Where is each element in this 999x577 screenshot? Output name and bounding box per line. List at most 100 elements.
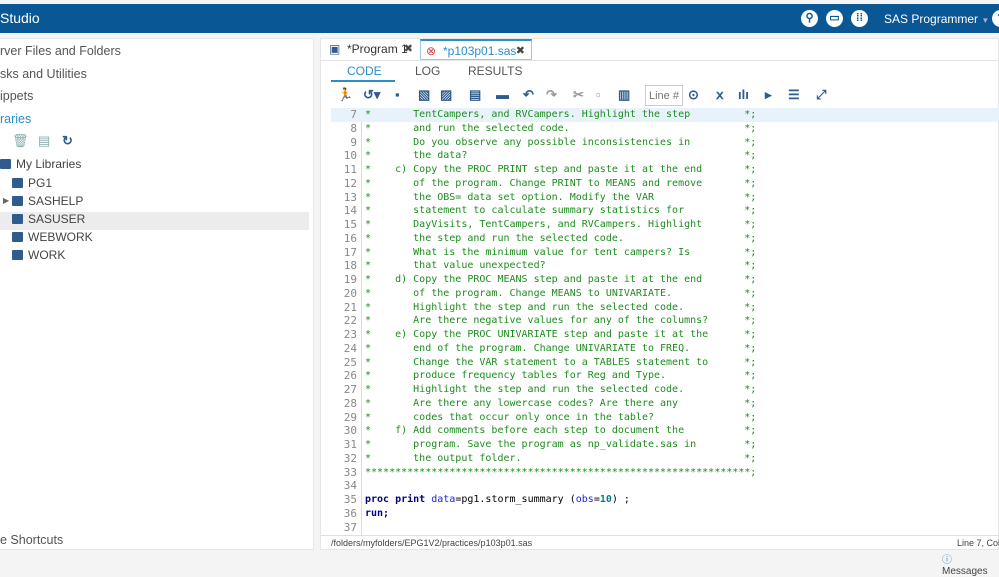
print-icon[interactable]: ▬	[496, 87, 509, 102]
line-text: * the data?	[365, 150, 468, 162]
nav-tasks-utilities[interactable]: sks and Utilities	[0, 67, 87, 81]
nav-libraries[interactable]: raries	[0, 112, 31, 126]
messages-button[interactable]: ⓘ Messages	[942, 551, 999, 577]
line-text: * c) Copy the PROC PRINT step and paste …	[365, 164, 703, 175]
code-line[interactable]: 29 * codes that occur only once in the ta…	[331, 411, 999, 425]
code-line[interactable]: 22 * Are there negative values for any of…	[331, 314, 999, 328]
code-line[interactable]: 33 **************************************…	[331, 466, 999, 480]
code-line[interactable]: 35 proc print data=pg1.storm_summary (obs…	[331, 493, 999, 507]
line-text: * d) Copy the PROC MEANS step and paste …	[365, 274, 703, 285]
line-end: *;	[744, 411, 757, 423]
line-number: 23	[343, 328, 357, 341]
close-icon[interactable]: ✖	[516, 41, 525, 61]
folder-icon[interactable]: ▭	[826, 10, 843, 27]
line-end: *;	[744, 370, 757, 382]
code-line[interactable]: 19 * d) Copy the PROC MEANS step and past…	[331, 273, 999, 287]
tree-my-libraries[interactable]: My Libraries	[0, 155, 81, 173]
code-line[interactable]: 11 * c) Copy the PROC PRINT step and past…	[331, 163, 999, 177]
cut-icon[interactable]: ✂	[573, 87, 584, 103]
tree-lib-pg1[interactable]: PG1	[12, 174, 52, 192]
code-line[interactable]: 17 * What is the minimum value for tent c…	[331, 246, 999, 260]
line-text: run;	[365, 507, 389, 521]
code-line[interactable]: 23 * e) Copy the PROC UNIVARIATE step and…	[331, 328, 999, 342]
line-text: proc print data=pg1.storm_summary (obs=1…	[365, 493, 630, 507]
line-number: 28	[343, 396, 357, 410]
code-line[interactable]: 9 * Do you observe any possible inconsist…	[331, 136, 999, 150]
history-icon[interactable]: ↺▾	[363, 87, 380, 103]
apps-grid-icon[interactable]: ⁞⁞	[851, 10, 868, 27]
expand-icon[interactable]: ▶	[3, 192, 9, 210]
tree-lib-sashelp[interactable]: SASHELP	[12, 192, 83, 210]
code-line[interactable]: 36 run;	[331, 507, 999, 521]
code-line[interactable]: 13 * the OBS= data set option. Modify the…	[331, 191, 999, 205]
tab-results[interactable]: RESULTS	[468, 64, 522, 78]
line-text: * TentCampers, and RVCampers. Highlight …	[365, 109, 691, 120]
code-line[interactable]: 15 * DayVisits, TentCampers, and RVCamper…	[331, 218, 999, 232]
tree-lib-sasuser[interactable]: SASUSER	[12, 210, 85, 228]
refresh-icon[interactable]: ↻	[62, 132, 73, 150]
email-icon[interactable]: ▤	[469, 87, 481, 103]
search-icon[interactable]: ⚲	[801, 10, 818, 27]
tab-p103p01[interactable]: ⊗ *p103p01.sas ✖	[420, 39, 532, 60]
code-line[interactable]: 25 * Change the VAR statement to a TABLES…	[331, 356, 999, 370]
code-line[interactable]: 16 * the step and run the selected code. *…	[331, 232, 999, 246]
code-line[interactable]: 20 * of the program. Change MEANS to UNIV…	[331, 287, 999, 301]
nav-snippets[interactable]: ippets	[0, 89, 33, 103]
undo-icon[interactable]: ↶	[523, 87, 534, 103]
line-number: 9	[350, 135, 357, 149]
nav-server-files[interactable]: rver Files and Folders	[0, 44, 121, 58]
code-line[interactable]: 8 * and run the selected code. *;	[331, 122, 999, 136]
close-icon[interactable]: ✖	[404, 39, 413, 59]
outline-icon[interactable]: ☰	[788, 87, 800, 103]
code-line[interactable]: 7 * TentCampers, and RVCampers. Highlight…	[331, 108, 999, 122]
line-number: 29	[343, 410, 357, 424]
maximize-icon[interactable]: ⤢	[816, 87, 826, 103]
code-line[interactable]: 34	[331, 479, 999, 493]
save-icon[interactable]: ▪	[395, 87, 400, 102]
save-as-icon[interactable]: ▧	[418, 87, 430, 103]
code-token: 10	[599, 494, 612, 505]
code-token: ) ;	[611, 494, 630, 505]
clear-icon[interactable]: ⅹ	[716, 87, 724, 103]
code-line[interactable]: 18 * that value unexpected? *;	[331, 259, 999, 273]
code-editor[interactable]: 7 * TentCampers, and RVCampers. Highlight…	[331, 108, 999, 535]
line-number-input[interactable]	[645, 85, 683, 106]
nav-shortcuts[interactable]: e Shortcuts	[0, 533, 63, 547]
code-line[interactable]: 27 * Highlight the step and run the selec…	[331, 383, 999, 397]
code-line[interactable]: 28 * Are there any lowercase codes? Are t…	[331, 397, 999, 411]
library-icon	[12, 196, 23, 206]
tree-lib-work[interactable]: WORK	[12, 246, 65, 264]
user-menu[interactable]: SAS Programmer ▼	[884, 12, 989, 26]
tab-log[interactable]: LOG	[415, 64, 440, 78]
download-icon[interactable]: ▨	[440, 87, 452, 103]
code-line[interactable]: 10 * the data? *;	[331, 149, 999, 163]
line-number: 14	[343, 204, 357, 218]
properties-icon[interactable]: ▤	[38, 132, 50, 150]
code-line[interactable]: 31 * program. Save the program as np_vali…	[331, 438, 999, 452]
code-line[interactable]: 21 * Highlight the step and run the selec…	[331, 301, 999, 315]
help-icon[interactable]: ?	[992, 10, 999, 27]
redo-icon[interactable]: ↷	[546, 87, 557, 103]
code-line[interactable]: 14 * statement to calculate summary stati…	[331, 204, 999, 218]
snippet-icon[interactable]: ▸	[765, 87, 772, 103]
tab-program-1[interactable]: ▣ *Program 1 ✖	[325, 39, 419, 60]
code-line[interactable]: 30 * f) Add comments before each step to …	[331, 424, 999, 438]
line-number: 22	[343, 314, 357, 328]
line-number: 33	[343, 465, 357, 479]
tree-lib-webwork[interactable]: WEBWORK	[12, 228, 93, 246]
copy-icon[interactable]: ▫	[596, 87, 601, 102]
run-icon[interactable]: 🏃	[337, 87, 353, 103]
error-icon: ⊗	[426, 44, 437, 58]
code-line[interactable]: 12 * of the program. Change PRINT to MEAN…	[331, 177, 999, 191]
delete-icon[interactable]: 🗑	[12, 132, 29, 150]
code-line[interactable]: 24 * end of the program. Change UNIVARIAT…	[331, 342, 999, 356]
tab-code[interactable]: CODE	[347, 64, 382, 78]
line-end: *;	[744, 274, 757, 285]
go-to-line-icon[interactable]: ⊙	[688, 87, 699, 103]
paste-icon[interactable]: ▥	[618, 87, 630, 103]
code-line[interactable]: 32 * the output folder. *;	[331, 452, 999, 466]
code-line[interactable]: 37	[331, 521, 999, 535]
code-line[interactable]: 26 * produce frequency tables for Reg and…	[331, 369, 999, 383]
line-text: * of the program. Change MEANS to UNIVAR…	[365, 287, 673, 299]
format-code-icon[interactable]: ılı	[738, 87, 749, 102]
